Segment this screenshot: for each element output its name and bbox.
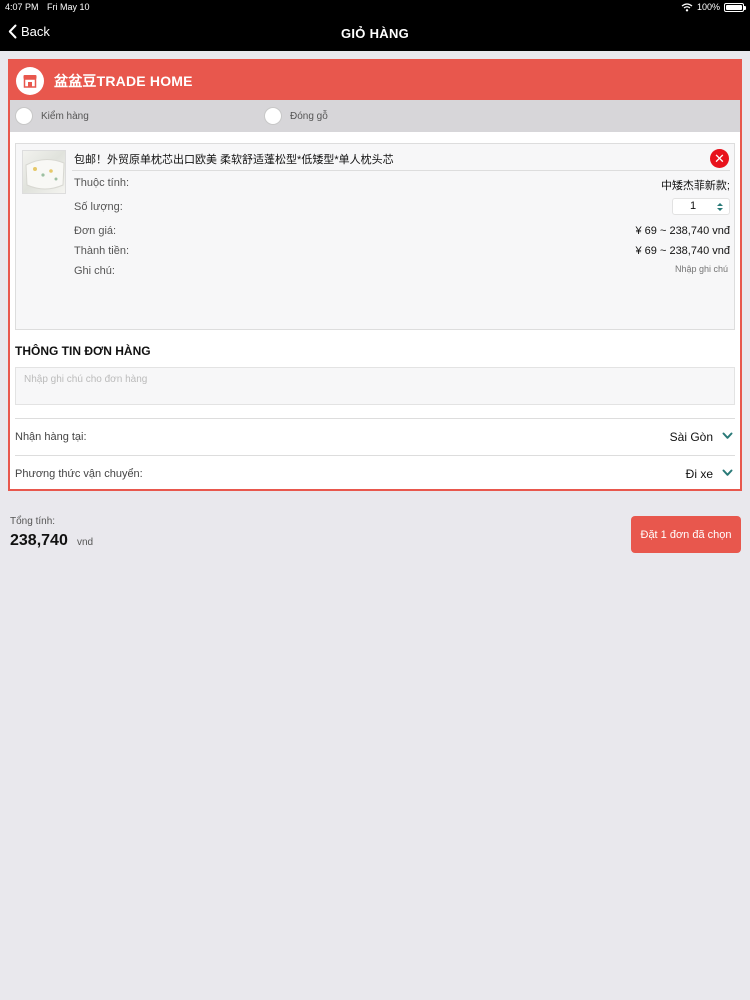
line-total-value: ¥ 69 ~ 238,740 vnđ bbox=[635, 245, 731, 257]
shop-name: 盆盆豆TRADE HOME bbox=[54, 72, 193, 89]
attribute-value: 中矮杰菲新款; bbox=[660, 180, 730, 192]
line-total-label: Thành tiền: bbox=[74, 245, 130, 257]
option-label: Kiểm hàng bbox=[41, 110, 89, 122]
order-note-input[interactable]: Nhập ghi chú cho đơn hàng bbox=[15, 367, 735, 405]
grand-total-value: 238,740 bbox=[10, 532, 68, 549]
stepper-arrows-icon[interactable] bbox=[716, 202, 724, 212]
status-right: 100% bbox=[681, 2, 746, 12]
shop-card: 盆盆豆TRADE HOME Kiểm hàng Đóng gỗ 包邮！外贸原单枕… bbox=[8, 59, 742, 491]
grand-total-label: Tổng tính: bbox=[10, 516, 56, 527]
divider bbox=[72, 170, 730, 171]
quantity-value: 1 bbox=[689, 200, 697, 212]
option-inspect-goods[interactable]: Kiểm hàng bbox=[15, 107, 89, 125]
product-thumbnail[interactable] bbox=[22, 150, 66, 194]
chevron-down-icon bbox=[722, 432, 733, 439]
status-date: Fri May 10 bbox=[47, 2, 90, 12]
quantity-label: Số lượng: bbox=[74, 201, 123, 213]
cart-item: 包邮！外贸原单枕芯出口欧美 柔软舒适蓬松型*低矮型*单人枕头芯 ✕ Thuộc … bbox=[15, 143, 735, 330]
nav-bar: Back GIỎ HÀNG bbox=[0, 16, 750, 51]
order-info-title: THÔNG TIN ĐƠN HÀNG bbox=[15, 344, 151, 358]
receive-location-label: Nhận hàng tại: bbox=[15, 431, 87, 443]
unit-price-label: Đơn giá: bbox=[74, 225, 117, 237]
receive-location-select[interactable]: Nhận hàng tại: Sài Gòn bbox=[15, 418, 735, 455]
page-title: GIỎ HÀNG bbox=[340, 26, 410, 41]
shop-options: Kiểm hàng Đóng gỗ bbox=[10, 100, 740, 132]
battery-icon bbox=[724, 2, 746, 12]
close-icon: ✕ bbox=[714, 151, 725, 166]
battery-percent: 100% bbox=[696, 2, 720, 12]
shipping-method-select[interactable]: Phương thức vận chuyển: Đi xe bbox=[15, 455, 735, 492]
grand-total-unit: vnd bbox=[77, 537, 94, 548]
unit-price-value: ¥ 69 ~ 238,740 vnđ bbox=[635, 225, 731, 237]
receive-location-value: Sài Gòn bbox=[669, 430, 713, 444]
quantity-stepper[interactable]: 1 bbox=[672, 198, 730, 215]
chevron-down-icon bbox=[722, 469, 733, 476]
product-title[interactable]: 包邮！外贸原单枕芯出口欧美 柔软舒适蓬松型*低矮型*单人枕头芯 bbox=[74, 151, 394, 167]
wifi-icon bbox=[681, 2, 693, 11]
item-note-input[interactable] bbox=[608, 264, 728, 274]
remove-item-button[interactable]: ✕ bbox=[710, 149, 729, 168]
radio-unchecked-icon bbox=[264, 107, 282, 125]
shop-header: 盆盆豆TRADE HOME bbox=[10, 61, 740, 100]
place-order-button[interactable]: Đặt 1 đơn đã chọn bbox=[631, 516, 741, 553]
option-wood-packing[interactable]: Đóng gỗ bbox=[264, 107, 328, 125]
note-label: Ghi chú: bbox=[74, 265, 115, 277]
attribute-label: Thuộc tính: bbox=[74, 177, 130, 189]
status-time: 4:07 PM bbox=[5, 2, 39, 12]
status-bar: 4:07 PM Fri May 10 100% bbox=[0, 0, 750, 16]
shop-store-icon bbox=[16, 66, 44, 95]
shipping-method-label: Phương thức vận chuyển: bbox=[15, 468, 143, 480]
option-label: Đóng gỗ bbox=[290, 110, 328, 122]
radio-unchecked-icon bbox=[15, 107, 33, 125]
shipping-method-value: Đi xe bbox=[685, 467, 713, 481]
